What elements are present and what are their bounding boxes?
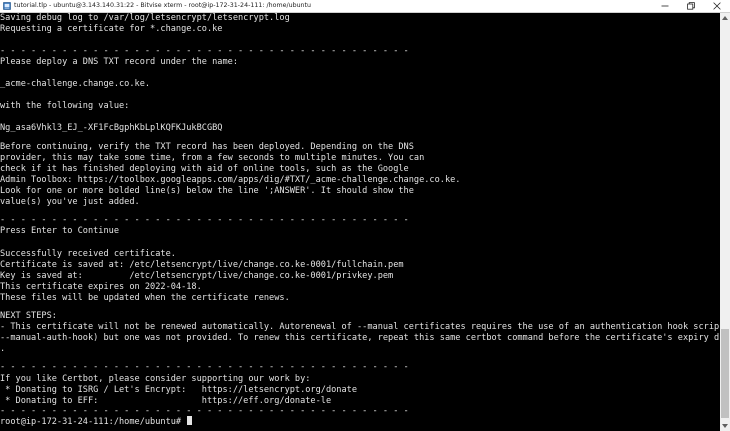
- terminal-line: Saving debug log to /var/log/letsencrypt…: [0, 13, 290, 23]
- terminal-line: Look for one or more bolded line(s) belo…: [0, 186, 414, 196]
- close-icon: [713, 2, 721, 10]
- window-title: tutorial.tlp - ubuntu@3.143.140.31:22 - …: [14, 2, 312, 9]
- terminal-line: - This certificate will not be renewed a…: [0, 322, 719, 332]
- scroll-down-button[interactable]: [720, 421, 730, 431]
- terminal-line: .: [0, 344, 6, 354]
- shell-prompt-line[interactable]: root@ip-172-31-24-111:/home/ubuntu#: [0, 416, 193, 427]
- terminal-line: --manual-auth-hook) but one was not prov…: [0, 333, 719, 343]
- terminal-line: Please deploy a DNS TXT record under the…: [0, 57, 238, 67]
- restore-icon: [687, 2, 695, 10]
- terminal-output[interactable]: Saving debug log to /var/log/letsencrypt…: [0, 13, 719, 431]
- terminal-line: NEXT STEPS:: [0, 311, 57, 321]
- text-cursor: [187, 416, 193, 425]
- maximize-button[interactable]: [678, 0, 704, 12]
- terminal-line: Successfully received certificate.: [0, 249, 176, 259]
- scroll-up-button[interactable]: [720, 13, 730, 23]
- terminal-line: If you like Certbot, please consider sup…: [0, 374, 311, 384]
- terminal-line: provider, this may take some time, from …: [0, 153, 425, 163]
- certificate-path: Certificate is saved at: /etc/letsencryp…: [0, 260, 404, 270]
- terminal-line: Press Enter to Continue: [0, 226, 119, 236]
- minimize-icon: [661, 5, 669, 7]
- terminal-separator: - - - - - - - - - - - - - - - - - - - - …: [0, 362, 409, 372]
- close-button[interactable]: [704, 0, 730, 12]
- key-path: Key is saved at: /etc/letsencrypt/live/c…: [0, 271, 394, 281]
- bitvise-app-icon: [3, 2, 11, 10]
- minimize-button[interactable]: [652, 0, 678, 12]
- terminal-line: Before continuing, verify the TXT record…: [0, 142, 414, 152]
- terminal-line: check if it has finished deploying with …: [0, 164, 409, 174]
- terminal-line: These files will be updated when the cer…: [0, 293, 290, 303]
- terminal-line: Admin Toolbox: https://toolbox.googleapp…: [0, 175, 461, 185]
- scroll-up-arrow-icon: [722, 16, 728, 20]
- terminal-separator: - - - - - - - - - - - - - - - - - - - - …: [0, 406, 409, 416]
- window-titlebar[interactable]: tutorial.tlp - ubuntu@3.143.140.31:22 - …: [0, 0, 730, 13]
- dns-record-value: Ng_asa6Vhkl3_EJ_-XF1FcBgphKbLplKQFKJukBC…: [0, 123, 223, 133]
- scroll-down-arrow-icon: [722, 424, 728, 428]
- shell-prompt: root@ip-172-31-24-111:/home/ubuntu#: [0, 417, 182, 427]
- terminal-line: * Donating to EFF: https://eff.org/donat…: [0, 396, 332, 406]
- terminal-line: * Donating to ISRG / Let's Encrypt: http…: [0, 385, 357, 395]
- terminal-line: with the following value:: [0, 101, 130, 111]
- scrollbar-thumb[interactable]: [721, 329, 729, 418]
- terminal-separator: - - - - - - - - - - - - - - - - - - - - …: [0, 46, 409, 56]
- terminal-line: Requesting a certificate for *.change.co…: [0, 24, 223, 34]
- terminal-line: This certificate expires on 2022-04-18.: [0, 282, 202, 292]
- vertical-scrollbar[interactable]: [720, 13, 730, 431]
- dns-record-name: _acme-challenge.change.co.ke.: [0, 79, 151, 89]
- terminal-line: value(s) you've just added.: [0, 197, 140, 207]
- terminal-separator: - - - - - - - - - - - - - - - - - - - - …: [0, 215, 409, 225]
